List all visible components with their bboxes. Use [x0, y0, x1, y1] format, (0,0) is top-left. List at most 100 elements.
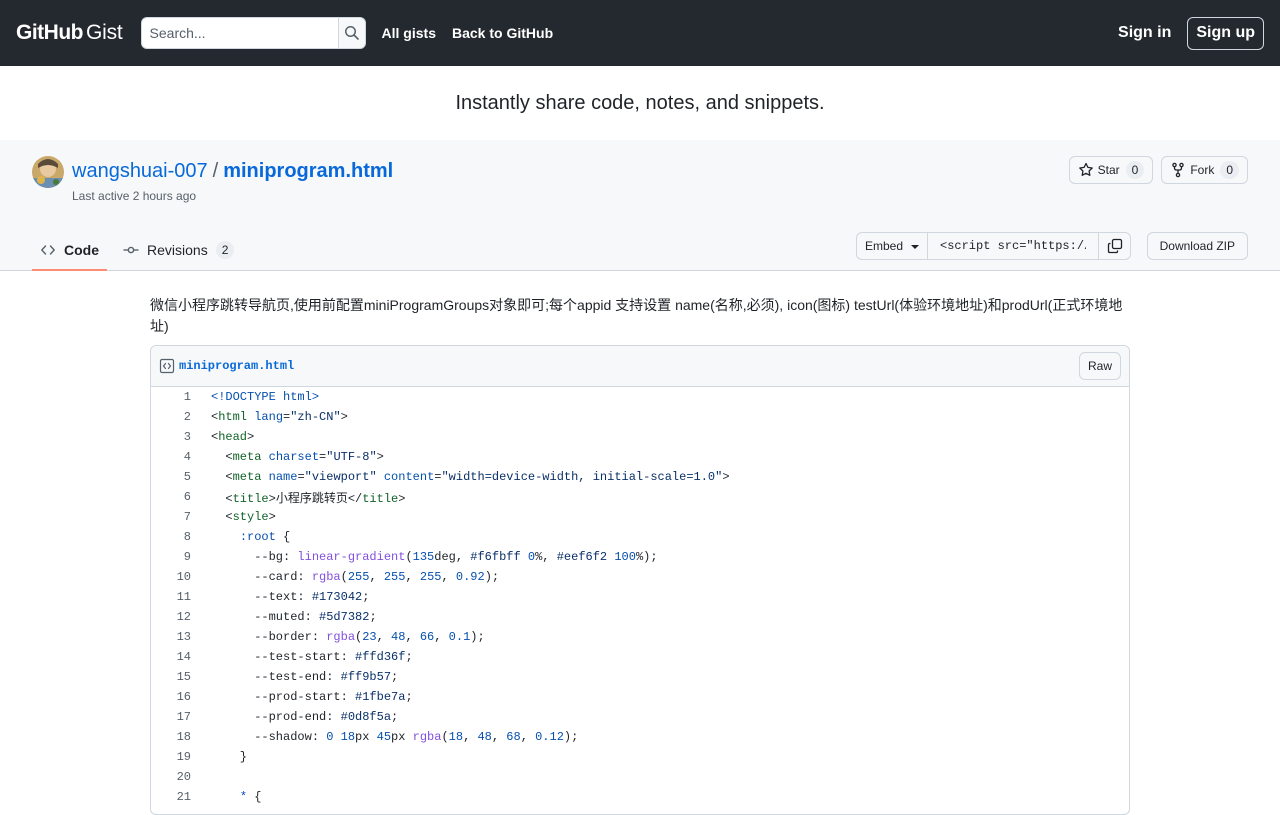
- code-line: 8 :root {: [151, 527, 1129, 547]
- line-number[interactable]: 16: [151, 690, 201, 704]
- search-button[interactable]: [337, 17, 366, 49]
- code-token: ;: [369, 610, 377, 624]
- code-token: 255: [347, 570, 370, 584]
- line-number[interactable]: 20: [151, 770, 201, 784]
- line-number[interactable]: 15: [151, 670, 201, 684]
- line-number[interactable]: 3: [151, 430, 201, 444]
- search-input[interactable]: [140, 17, 338, 49]
- line-number[interactable]: 8: [151, 530, 201, 544]
- code-token: >: [722, 470, 730, 484]
- line-number[interactable]: 13: [151, 630, 201, 644]
- fork-label: Fork: [1190, 163, 1215, 177]
- code-token: 255: [419, 570, 442, 584]
- line-number[interactable]: 1: [151, 390, 201, 404]
- star-button[interactable]: Star 0: [1068, 156, 1154, 184]
- gist-description: 微信小程序跳转导航页,使用前配置miniProgramGroups对象即可;每个…: [150, 297, 1123, 334]
- gist-filename-link[interactable]: miniprogram.html: [223, 156, 393, 186]
- code-line: 20: [151, 767, 1129, 787]
- embed-url-input[interactable]: [928, 232, 1098, 260]
- code-token: {: [275, 530, 291, 544]
- tab-code-label: Code: [64, 242, 99, 258]
- code-token: <: [211, 491, 233, 506]
- line-content: --muted: #5d7382;: [201, 610, 377, 624]
- line-number[interactable]: 9: [151, 550, 201, 564]
- tab-code[interactable]: Code: [32, 231, 107, 271]
- code-token: style: [232, 510, 269, 524]
- header-auth: Sign in Sign up: [1118, 16, 1264, 50]
- gist-owner-link[interactable]: wangshuai-007: [72, 156, 208, 186]
- code-line: 11 --text: #173042;: [151, 587, 1129, 607]
- code-token: *: [239, 790, 248, 804]
- line-number[interactable]: 11: [151, 590, 201, 604]
- sign-in-link[interactable]: Sign in: [1118, 24, 1171, 42]
- code-token: linear-gradient: [297, 550, 406, 564]
- github-gist-logo[interactable]: GitHub Gist: [16, 21, 123, 45]
- embed-dropdown[interactable]: Embed: [855, 232, 928, 260]
- code-token: --text:: [211, 590, 312, 604]
- code-token: ,: [441, 570, 456, 584]
- avatar[interactable]: [32, 156, 64, 188]
- star-label: Star: [1097, 163, 1120, 177]
- line-number[interactable]: 7: [151, 510, 201, 524]
- code-token: #ff9b57: [340, 670, 392, 684]
- line-number[interactable]: 12: [151, 610, 201, 624]
- embed-label: Embed: [864, 239, 903, 253]
- file-header: miniprogram.html Raw: [151, 346, 1129, 387]
- line-number[interactable]: 18: [151, 730, 201, 744]
- code-token: --prod-start:: [211, 690, 356, 704]
- code-line: 13 --border: rgba(23, 48, 66, 0.1);: [151, 627, 1129, 647]
- line-number[interactable]: 2: [151, 410, 201, 424]
- code-token: 48: [391, 630, 406, 644]
- line-number[interactable]: 19: [151, 750, 201, 764]
- all-gists-link[interactable]: All gists: [382, 25, 436, 41]
- code-token: >: [268, 510, 276, 524]
- line-number[interactable]: 17: [151, 710, 201, 724]
- code-line: 16 --prod-start: #1fbe7a;: [151, 687, 1129, 707]
- code-token: 100: [614, 550, 636, 564]
- line-number[interactable]: 5: [151, 470, 201, 484]
- line-content: --test-start: #ffd36f;: [201, 650, 412, 664]
- raw-button[interactable]: Raw: [1078, 352, 1121, 380]
- code-token: rgba: [412, 730, 442, 744]
- line-number[interactable]: 14: [151, 650, 201, 664]
- code-token: #eef6f2: [556, 550, 608, 564]
- code-token: --test-start:: [211, 650, 356, 664]
- code-token: 255: [383, 570, 406, 584]
- gist-title: wangshuai-007 / miniprogram.html Last ac…: [72, 156, 393, 203]
- line-number[interactable]: 10: [151, 570, 201, 584]
- code-token: px: [391, 730, 413, 744]
- line-number[interactable]: 21: [151, 790, 201, 804]
- code-token: =: [297, 470, 305, 484]
- line-number[interactable]: 6: [151, 490, 201, 504]
- line-content: <!DOCTYPE html>: [201, 390, 319, 404]
- tab-revisions[interactable]: Revisions 2: [115, 231, 242, 271]
- code-token: html: [218, 410, 248, 424]
- sign-up-button[interactable]: Sign up: [1187, 16, 1264, 50]
- code-token: >: [376, 450, 384, 464]
- code-token: "width=device-width, initial-scale=1.0": [441, 470, 723, 484]
- line-number[interactable]: 4: [151, 450, 201, 464]
- file-name-link[interactable]: miniprogram.html: [179, 359, 294, 373]
- code-line: 21 * {: [151, 787, 1129, 807]
- star-count: 0: [1125, 161, 1145, 179]
- code-token: rgba: [326, 630, 356, 644]
- code-token: ,: [369, 570, 384, 584]
- download-zip-button[interactable]: Download ZIP: [1146, 232, 1248, 260]
- line-content: --prod-start: #1fbe7a;: [201, 690, 412, 704]
- code-token: title: [362, 491, 399, 506]
- search-icon: [344, 26, 359, 40]
- code-token: <!DOCTYPE html>: [211, 390, 320, 404]
- code-line: 2 <html lang="zh-CN">: [151, 407, 1129, 427]
- caret-down-icon: [911, 245, 919, 249]
- code-line: 12 --muted: #5d7382;: [151, 607, 1129, 627]
- code-token: 48: [477, 730, 492, 744]
- fork-button[interactable]: Fork 0: [1161, 156, 1248, 184]
- code-token: content: [383, 470, 435, 484]
- code-token: );: [470, 630, 485, 644]
- code-token: (: [405, 550, 413, 564]
- copy-button[interactable]: [1098, 232, 1131, 260]
- back-to-github-link[interactable]: Back to GitHub: [452, 25, 553, 41]
- code-token: name: [268, 470, 298, 484]
